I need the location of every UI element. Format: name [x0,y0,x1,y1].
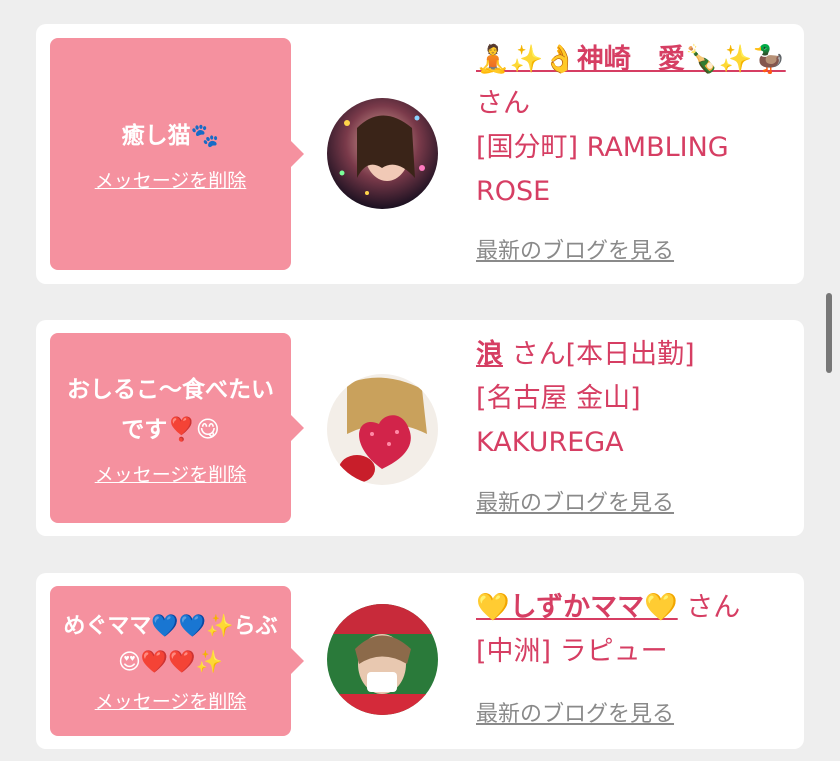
cast-name-link[interactable]: 💛しずかママ💛 [476,592,678,623]
avatar[interactable] [327,604,438,715]
latest-blog-link[interactable]: 最新のブログを見る [476,485,674,517]
message-bubble: 癒し猫🐾 メッセージを削除 [50,38,304,270]
cast-name-link[interactable]: 🧘✨👌神崎 愛🍾✨🦆 [476,44,786,75]
scrollbar[interactable] [826,293,832,373]
message-bubble: おしるこ〜食べたいです❣️😋 メッセージを削除 [50,333,304,523]
shop-name: [中洲] ラピュー [476,636,668,667]
delete-message-link[interactable]: メッセージを削除 [95,460,247,487]
message-text: おしるこ〜食べたいです❣️😋 [67,376,274,443]
shop-name: [名古屋 金山] KAKUREGA [476,383,641,458]
cast-info: 💛しずかママ💛 さん [中洲] ラピュー [476,586,796,674]
avatar[interactable] [327,98,438,209]
cast-info: 🧘✨👌神崎 愛🍾✨🦆 さん [国分町] RAMBLING ROSE [476,38,796,214]
favorite-card: 癒し猫🐾 メッセージを削除 🧘✨👌神崎 愛🍾✨🦆 さん [国分町] RAMBLI… [36,24,804,284]
message-bubble: めぐママ💙💙✨らぶ😍❤️❤️✨ メッセージを削除 [50,586,304,736]
delete-message-link[interactable]: メッセージを削除 [95,166,247,193]
message-text: めぐママ💙💙✨らぶ😍❤️❤️✨ [63,613,278,675]
name-suffix: さん[本日出勤] [511,339,695,370]
shop-name: [国分町] RAMBLING ROSE [476,132,729,207]
favorite-card: おしるこ〜食べたいです❣️😋 メッセージを削除 浪 さん[本日出勤] [名古屋 … [36,320,804,536]
cast-name-link[interactable]: 浪 [476,339,503,370]
latest-blog-link[interactable]: 最新のブログを見る [476,696,674,728]
latest-blog-link[interactable]: 最新のブログを見る [476,233,674,265]
favorite-card: めぐママ💙💙✨らぶ😍❤️❤️✨ メッセージを削除 💛しずかママ💛 さん [中洲]… [36,573,804,749]
name-suffix: さん [686,592,741,623]
delete-message-link[interactable]: メッセージを削除 [95,687,247,714]
message-text: 癒し猫🐾 [121,122,220,149]
avatar[interactable] [327,374,438,485]
name-suffix: さん [476,88,530,119]
cast-info: 浪 さん[本日出勤] [名古屋 金山] KAKUREGA [476,333,796,465]
